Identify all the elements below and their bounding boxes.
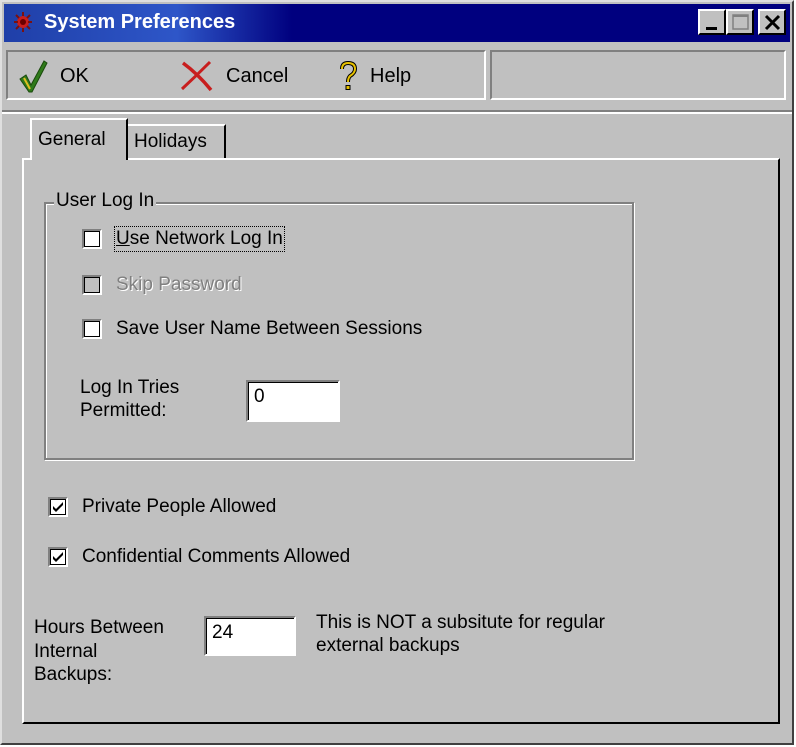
checkmark-icon [19, 60, 48, 93]
tab-holidays[interactable]: Holidays [128, 124, 226, 158]
system-preferences-window: System Preferences OK Cancel Help Genera… [0, 0, 794, 745]
cancel-x-icon [180, 60, 213, 92]
tab-general-label: General [38, 129, 106, 150]
maximize-button[interactable] [726, 9, 754, 35]
cancel-button[interactable]: Cancel [180, 58, 288, 94]
toolbar: OK Cancel Help [4, 46, 790, 104]
private-people-box[interactable] [48, 497, 68, 517]
help-label: Help [370, 64, 412, 87]
use-network-login-box[interactable] [82, 229, 102, 249]
use-network-login-label: Use Network Log In [114, 226, 285, 252]
confidential-comments-label: Confidential Comments Allowed [82, 546, 351, 567]
minimize-icon [706, 27, 717, 30]
backups-note-line2: external backups [316, 635, 460, 656]
save-user-name-checkbox[interactable]: Save User Name Between Sessions [82, 318, 422, 340]
backup-hours-value: 24 [212, 622, 234, 643]
login-tries-input[interactable]: 0 [246, 380, 340, 422]
save-user-name-label: Save User Name Between Sessions [116, 318, 423, 339]
toolbar-status-area [490, 50, 786, 100]
checkmark-icon [53, 502, 63, 512]
checkmark-icon [53, 552, 63, 562]
skip-password-checkbox[interactable]: Skip Password [82, 274, 242, 296]
cancel-label: Cancel [226, 64, 289, 87]
app-icon [14, 12, 32, 32]
toolbar-button-group: OK Cancel Help [6, 50, 486, 100]
save-user-name-box[interactable] [82, 319, 102, 339]
user-login-group-title: User Log In [54, 190, 157, 212]
backups-label-line2: Internal [34, 641, 98, 662]
backups-note-line1: This is NOT a subsitute for regular [316, 612, 605, 633]
backups-label-line1: Hours Between [34, 617, 164, 638]
close-icon [764, 14, 781, 31]
window-title: System Preferences [44, 11, 236, 33]
login-tries-label-line2: Permitted: [80, 400, 167, 421]
backups-label-line3: Backups: [34, 664, 113, 685]
close-button[interactable] [758, 9, 786, 35]
private-people-checkbox[interactable]: Private People Allowed [48, 496, 276, 518]
toolbar-divider [2, 110, 792, 114]
private-people-label: Private People Allowed [82, 496, 277, 517]
help-question-icon [340, 61, 358, 90]
backup-hours-input[interactable]: 24 [204, 616, 296, 656]
ok-label: OK [60, 64, 89, 87]
minimize-button[interactable] [698, 9, 726, 35]
use-network-login-checkbox[interactable]: Use Network Log In [82, 226, 285, 252]
maximize-icon [732, 14, 749, 30]
confidential-comments-checkbox[interactable]: Confidential Comments Allowed [48, 546, 350, 568]
login-tries-value: 0 [254, 386, 265, 407]
skip-password-label: Skip Password [116, 274, 242, 295]
skip-password-box[interactable] [82, 275, 102, 295]
tab-holidays-label: Holidays [134, 131, 207, 152]
help-button[interactable]: Help [338, 58, 411, 94]
confidential-comments-box[interactable] [48, 547, 68, 567]
login-tries-label-line1: Log In Tries [80, 377, 180, 398]
ok-button[interactable]: OK [18, 58, 89, 94]
title-bar[interactable]: System Preferences [4, 4, 790, 42]
tab-general[interactable]: General [30, 118, 128, 160]
